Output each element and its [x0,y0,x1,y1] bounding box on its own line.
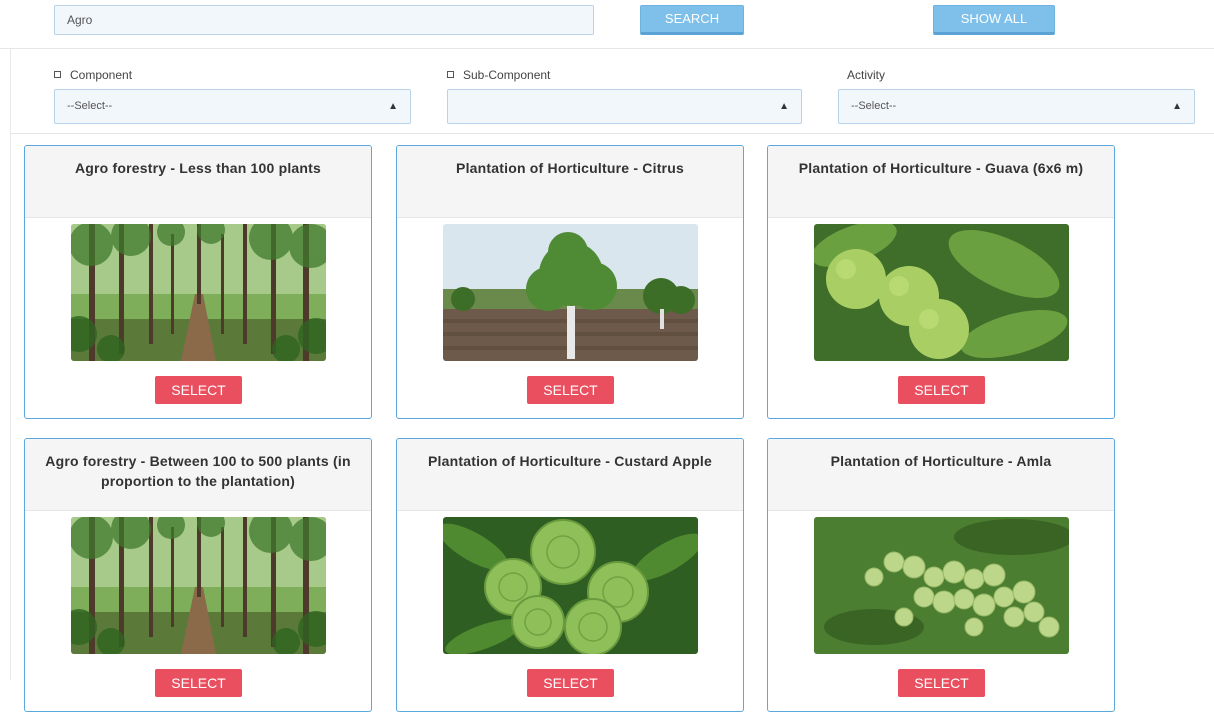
activity-card: Plantation of Horticulture - Custard App… [396,438,744,712]
card-title: Agro forestry - Between 100 to 500 plant… [25,439,371,511]
updown-caret-icon: ▲︎ [1172,101,1182,112]
card-title: Agro forestry - Less than 100 plants [25,146,371,218]
activity-select[interactable]: --Select-- ▲︎ [838,89,1195,124]
card-title: Plantation of Horticulture - Amla [768,439,1114,511]
activity-card: Agro forestry - Between 100 to 500 plant… [24,438,372,712]
component-selected-value: --Select-- [67,100,113,112]
select-button[interactable]: SELECT [527,669,614,697]
select-button[interactable]: SELECT [155,376,242,404]
checkbox-icon [54,71,61,78]
updown-caret-icon: ▲︎ [779,101,789,112]
card-title: Plantation of Horticulture - Guava (6x6 … [768,146,1114,218]
search-button[interactable]: SEARCH [640,5,744,35]
sub-component-label: Sub-Component [447,68,550,82]
sub-component-select[interactable]: ▲︎ [447,89,802,124]
activity-card: Agro forestry - Less than 100 plants SEL [24,145,372,419]
forest-rows-image [71,517,326,654]
guava-fruit-image [814,224,1069,361]
select-button[interactable]: SELECT [527,376,614,404]
select-button[interactable]: SELECT [898,669,985,697]
select-button[interactable]: SELECT [155,669,242,697]
activity-card: Plantation of Horticulture - Citrus SELE… [396,145,744,419]
section-divider [10,133,1214,134]
updown-caret-icon: ▲︎ [388,101,398,112]
amla-berries-image [814,517,1069,654]
activity-label: Activity [847,68,886,82]
activity-card: Plantation of Horticulture - Amla SELECT [767,438,1115,712]
select-button[interactable]: SELECT [898,376,985,404]
card-title: Plantation of Horticulture - Citrus [397,146,743,218]
left-border-line [10,0,11,680]
custard-apple-image [443,517,698,654]
activity-selected-value: --Select-- [851,100,897,112]
citrus-tree-image [443,224,698,361]
checkbox-icon [447,71,454,78]
search-bar: Agro SEARCH SHOW ALL [0,0,1214,49]
search-input[interactable]: Agro [54,5,594,35]
activity-card: Plantation of Horticulture - Guava (6x6 … [767,145,1115,419]
card-title: Plantation of Horticulture - Custard App… [397,439,743,511]
component-label: Component [54,68,132,82]
forest-rows-image [71,224,326,361]
component-select[interactable]: --Select-- ▲︎ [54,89,411,124]
show-all-button[interactable]: SHOW ALL [933,5,1055,35]
